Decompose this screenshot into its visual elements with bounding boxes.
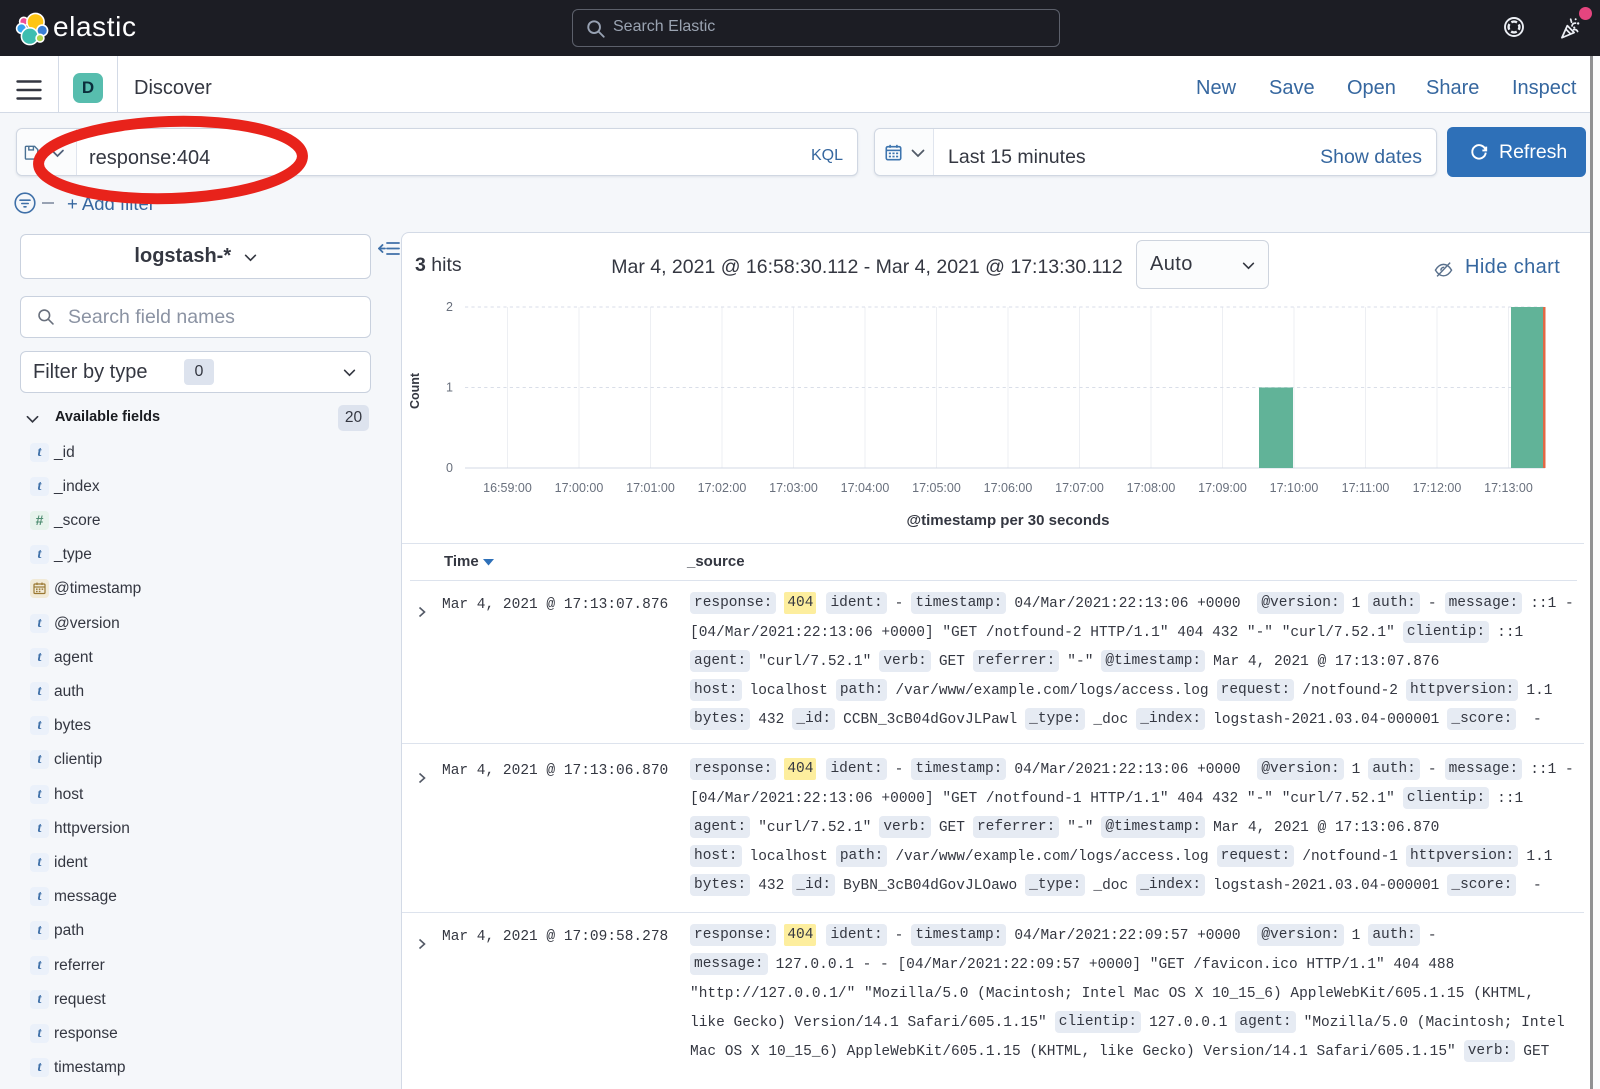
svg-text:16:59:00: 16:59:00 <box>483 481 532 495</box>
svg-text:17:00:00: 17:00:00 <box>555 481 604 495</box>
svg-text:17:11:00: 17:11:00 <box>1342 481 1390 495</box>
svg-text:17:04:00: 17:04:00 <box>841 481 890 495</box>
svg-text:17:12:00: 17:12:00 <box>1413 481 1462 495</box>
svg-text:17:01:00: 17:01:00 <box>626 481 675 495</box>
svg-text:17:08:00: 17:08:00 <box>1127 481 1176 495</box>
svg-text:17:07:00: 17:07:00 <box>1055 481 1104 495</box>
svg-text:17:02:00: 17:02:00 <box>698 481 747 495</box>
svg-text:17:13:00: 17:13:00 <box>1484 481 1533 495</box>
svg-text:17:09:00: 17:09:00 <box>1198 481 1247 495</box>
svg-text:17:05:00: 17:05:00 <box>912 481 961 495</box>
svg-text:1: 1 <box>446 381 453 395</box>
svg-text:Count: Count <box>408 372 422 409</box>
svg-text:@timestamp per 30 seconds: @timestamp per 30 seconds <box>906 512 1109 529</box>
svg-text:17:06:00: 17:06:00 <box>984 481 1033 495</box>
svg-text:17:03:00: 17:03:00 <box>769 481 818 495</box>
svg-text:17:10:00: 17:10:00 <box>1270 481 1319 495</box>
svg-text:0: 0 <box>446 461 453 475</box>
svg-text:2: 2 <box>446 300 453 314</box>
